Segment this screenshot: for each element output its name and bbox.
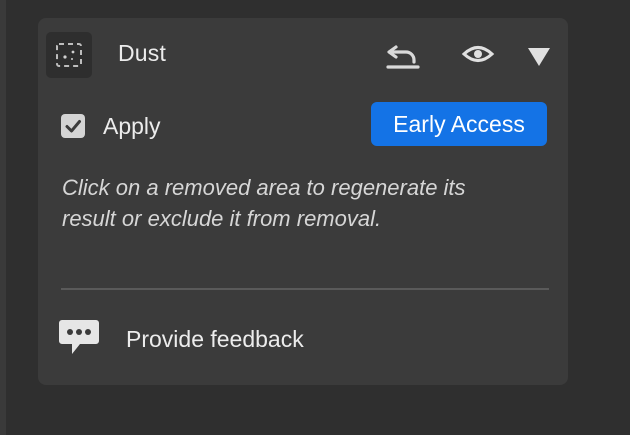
apply-label: Apply: [103, 113, 161, 139]
undo-icon: [386, 45, 420, 69]
reset-button[interactable]: [384, 38, 424, 72]
left-edge: [0, 0, 6, 435]
apply-checkbox[interactable]: [61, 114, 85, 138]
hint-text: Click on a removed area to regenerate it…: [62, 175, 466, 231]
app-background: Dust Apply Early Access Click on a remov…: [0, 0, 630, 435]
feedback-label: Provide feedback: [126, 326, 304, 352]
triangle-down-icon: [528, 48, 550, 66]
eye-icon: [461, 46, 495, 62]
dust-removal-icon[interactable]: [46, 32, 92, 78]
apply-row: Apply Early Access: [38, 100, 568, 146]
dust-panel: Dust Apply Early Access Click on a remov…: [38, 18, 568, 385]
panel-title: Dust: [118, 40, 167, 66]
checkmark-icon: [65, 120, 81, 133]
visibility-button[interactable]: [459, 38, 499, 72]
provide-feedback-link[interactable]: Provide feedback: [58, 314, 418, 362]
collapse-button[interactable]: [522, 38, 562, 72]
speech-bubble-icon: [59, 320, 99, 354]
divider: [61, 288, 549, 290]
early-access-badge[interactable]: Early Access: [371, 102, 547, 146]
panel-header: Dust: [38, 18, 568, 90]
